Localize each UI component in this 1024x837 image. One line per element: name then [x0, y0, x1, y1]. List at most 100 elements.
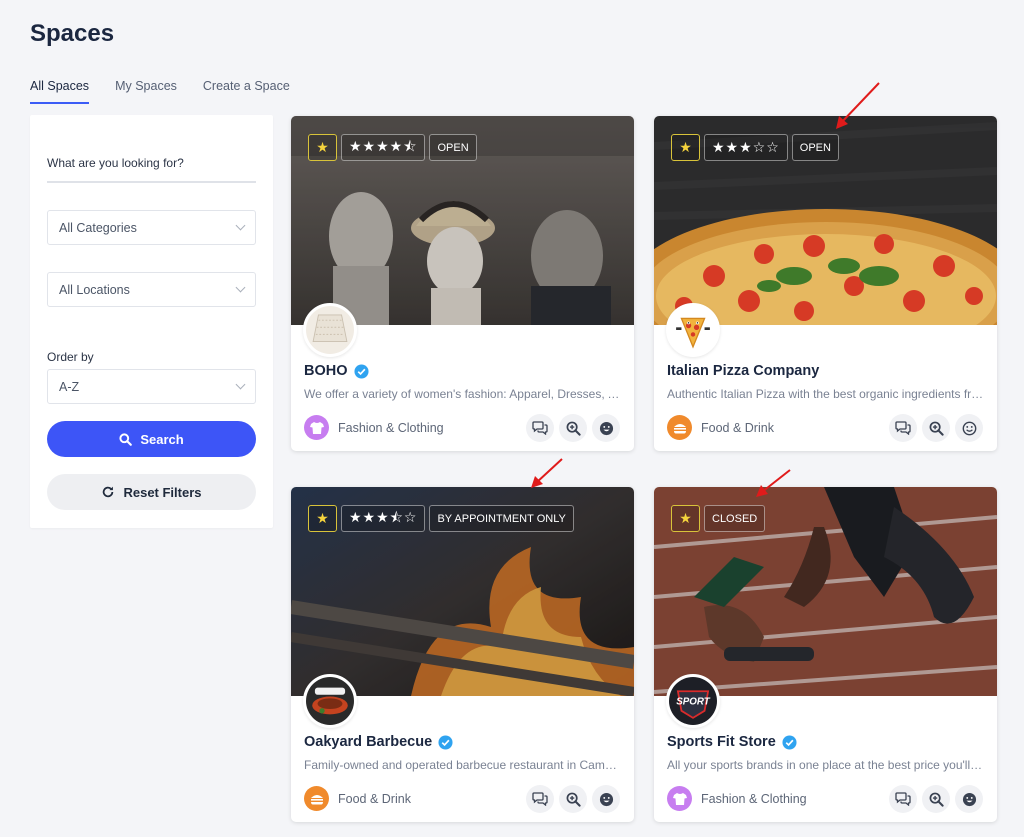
card-badges: ★ ★★★⯪☆ BY APPOINTMENT ONLY — [308, 505, 574, 532]
filter-sidebar: All Categories All Locations Order by A-… — [30, 115, 273, 528]
reset-filters-label: Reset Filters — [123, 484, 202, 500]
chevron-down-icon — [235, 282, 246, 293]
space-card[interactable]: ★ ★★★☆☆ OPEN Italian Pizza Company Authe… — [654, 116, 997, 451]
smiley-icon — [599, 421, 613, 435]
comments-button[interactable] — [526, 785, 554, 813]
burger-icon — [667, 415, 692, 440]
card-badges: ★ ★★★★⯪ OPEN — [308, 134, 477, 161]
card-description: Family-owned and operated barbecue resta… — [304, 758, 622, 772]
search-button-label: Search — [140, 431, 184, 447]
order-by-label: Order by — [47, 350, 94, 364]
featured-badge: ★ — [671, 505, 700, 532]
order-select-value: A-Z — [59, 379, 80, 394]
tshirt-icon — [667, 786, 692, 811]
avatar[interactable] — [303, 303, 357, 357]
quick-view-button[interactable] — [559, 785, 587, 813]
refresh-icon — [103, 486, 114, 498]
rating-badge: ★★★★⯪ — [341, 134, 426, 161]
zoom-in-icon — [929, 792, 944, 807]
space-card[interactable]: ★ CLOSED SPORT Sports Fit Store All your… — [654, 487, 997, 822]
location-select[interactable]: All Locations — [47, 272, 256, 307]
category-tag[interactable]: Food & Drink — [667, 415, 774, 440]
quick-view-button[interactable] — [922, 414, 950, 442]
card-description: We offer a variety of women's fashion: A… — [304, 387, 622, 401]
space-card[interactable]: ★ ★★★★⯪ OPEN BOHO We offer a variety of … — [291, 116, 634, 451]
search-input[interactable] — [47, 145, 256, 183]
card-title-text: BOHO — [304, 363, 348, 379]
location-select-value: All Locations — [59, 282, 130, 297]
tab-my-spaces[interactable]: My Spaces — [115, 79, 177, 104]
category-label: Fashion & Clothing — [701, 791, 807, 806]
avatar[interactable] — [303, 674, 357, 728]
star-icon: ★ — [316, 510, 329, 526]
react-button[interactable] — [592, 414, 620, 442]
verified-icon — [782, 734, 797, 750]
verified-icon — [438, 734, 453, 750]
category-label: Food & Drink — [338, 791, 411, 806]
status-badge: CLOSED — [704, 505, 766, 532]
comments-icon — [532, 792, 548, 806]
react-button[interactable] — [955, 414, 983, 442]
status-badge: BY APPOINTMENT ONLY — [429, 505, 574, 532]
smiley-icon — [962, 792, 976, 806]
card-description: All your sports brands in one place at t… — [667, 758, 985, 772]
comments-icon — [532, 421, 548, 435]
card-title-text: Oakyard Barbecue — [304, 734, 433, 750]
chevron-down-icon — [235, 220, 246, 231]
react-button[interactable] — [592, 785, 620, 813]
reset-filters-button[interactable]: Reset Filters — [47, 474, 256, 510]
zoom-in-icon — [566, 421, 581, 436]
status-badge: OPEN — [429, 134, 477, 161]
tshirt-icon — [304, 415, 329, 440]
category-tag[interactable]: Fashion & Clothing — [667, 786, 807, 811]
avatar[interactable] — [666, 303, 720, 357]
featured-badge: ★ — [308, 505, 337, 532]
card-title-text: Sports Fit Store — [667, 734, 776, 750]
tabs: All Spaces My Spaces Create a Space — [30, 79, 290, 104]
quick-view-button[interactable] — [559, 414, 587, 442]
card-title[interactable]: Sports Fit Store — [667, 734, 797, 750]
featured-badge: ★ — [671, 134, 700, 161]
featured-badge: ★ — [308, 134, 337, 161]
page-title: Spaces — [30, 20, 115, 47]
card-title[interactable]: Italian Pizza Company — [667, 363, 819, 379]
category-label: Food & Drink — [701, 420, 774, 435]
react-button[interactable] — [955, 785, 983, 813]
search-icon — [119, 432, 133, 446]
tab-all-spaces[interactable]: All Spaces — [30, 79, 90, 104]
category-tag[interactable]: Food & Drink — [304, 786, 411, 811]
sport-logo-text: SPORT — [676, 697, 710, 708]
space-card[interactable]: ★ ★★★⯪☆ BY APPOINTMENT ONLY Oakyard Barb… — [291, 487, 634, 822]
card-actions — [526, 414, 620, 442]
quick-view-button[interactable] — [922, 785, 950, 813]
order-select[interactable]: A-Z — [47, 369, 256, 404]
card-actions — [526, 785, 620, 813]
category-label: Fashion & Clothing — [338, 420, 444, 435]
rating-badge: ★★★⯪☆ — [341, 505, 426, 532]
status-badge: OPEN — [791, 134, 839, 161]
smiley-outline-icon — [962, 421, 976, 435]
rating-badge: ★★★☆☆ — [704, 134, 788, 161]
category-select[interactable]: All Categories — [47, 210, 256, 245]
avatar[interactable]: SPORT — [666, 674, 720, 728]
card-badges: ★ ★★★☆☆ OPEN — [671, 134, 839, 161]
smiley-icon — [599, 792, 613, 806]
comments-button[interactable] — [889, 414, 917, 442]
zoom-in-icon — [566, 792, 581, 807]
card-title[interactable]: Oakyard Barbecue — [304, 734, 453, 750]
search-button[interactable]: Search — [47, 421, 256, 457]
card-title[interactable]: BOHO — [304, 363, 369, 379]
comments-button[interactable] — [889, 785, 917, 813]
chevron-down-icon — [235, 379, 246, 390]
comments-icon — [895, 421, 911, 435]
star-icon: ★ — [679, 139, 692, 155]
category-select-value: All Categories — [59, 220, 137, 235]
card-actions — [889, 785, 983, 813]
card-actions — [889, 414, 983, 442]
card-badges: ★ CLOSED — [671, 505, 766, 532]
comments-button[interactable] — [526, 414, 554, 442]
category-tag[interactable]: Fashion & Clothing — [304, 415, 444, 440]
tab-create-space[interactable]: Create a Space — [203, 79, 290, 104]
card-title-text: Italian Pizza Company — [667, 363, 820, 379]
card-description: Authentic Italian Pizza with the best or… — [667, 387, 985, 401]
